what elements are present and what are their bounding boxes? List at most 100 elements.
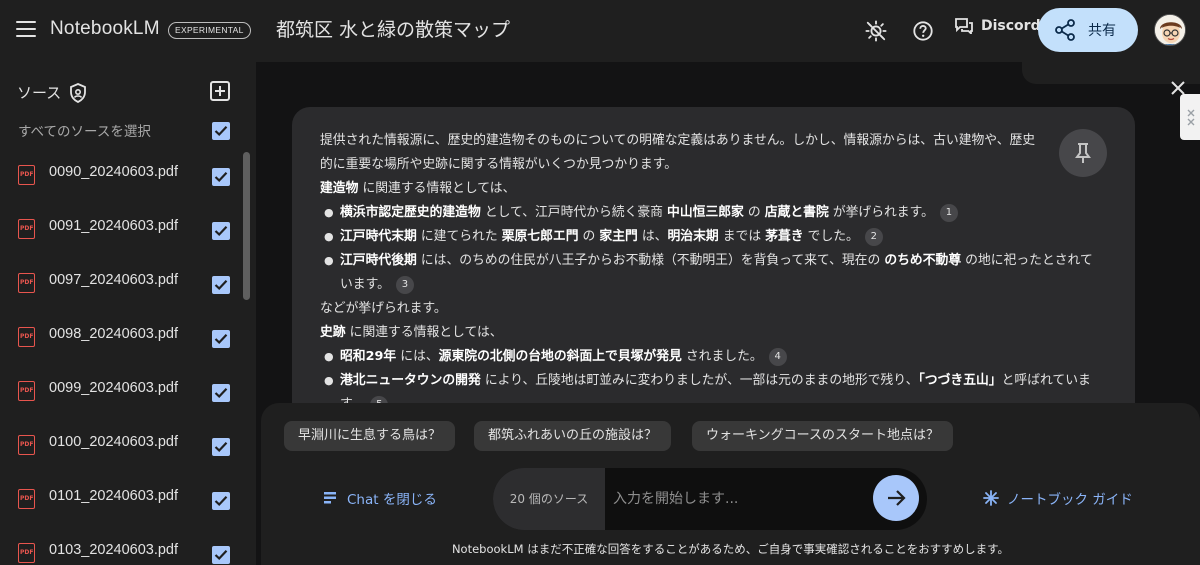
discord-label: Discord (981, 18, 1041, 34)
arrow-right-icon (888, 490, 906, 506)
source-item[interactable]: PDF 0097_20240603.pdf (0, 265, 240, 305)
suggestion-chip[interactable]: ウォーキングコースのスタート地点は？ (692, 421, 953, 451)
pdf-icon: PDF (18, 381, 35, 401)
bullet-text: 昭和29年 (340, 349, 397, 364)
notebook-guide-button[interactable]: ノートブック ガイド (983, 488, 1133, 508)
answer-bullet: 江戸時代後期 には、のちめの住民が八王子からお不動様（不動明王）を背負って来て、… (320, 249, 1100, 297)
source-item[interactable]: PDF 0098_20240603.pdf (0, 319, 240, 359)
close-chat-button[interactable]: Chat を閉じる (323, 488, 437, 508)
check-icon (214, 388, 228, 399)
composer-panel: 早淵川に生息する鳥は？ 都筑ふれあいの丘の施設は？ ウォーキングコースのスタート… (261, 403, 1200, 565)
source-checkbox[interactable] (212, 546, 230, 564)
check-icon (214, 442, 228, 453)
source-item[interactable]: PDF 0103_20240603.pdf (0, 535, 240, 565)
close-chat-label: Chat を閉じる (347, 492, 437, 508)
sites-heading-bold: 史跡 (320, 325, 346, 340)
sites-heading-rest: に関連する情報としては、 (345, 325, 503, 340)
bullet-text: 横浜市認定歴史的建造物 (340, 205, 481, 220)
buildings-heading: 建造物 に関連する情報としては、 (320, 177, 1107, 201)
check-icon (214, 126, 228, 137)
send-button[interactable] (873, 475, 919, 521)
select-all-checkbox[interactable] (212, 122, 230, 140)
sidebar: NotebookLM EXPERIMENTAL ソース すべてのソースを選択 P… (0, 0, 256, 565)
bullet-text: 店蔵と書院 (764, 205, 829, 220)
bullet-text: 「つづき五山」 (918, 373, 1002, 388)
source-count-button[interactable]: 20 個のソース (493, 468, 605, 530)
sources-title: ソース (17, 84, 62, 102)
suggestion-chip[interactable]: 都筑ふれあいの丘の施設は？ (474, 421, 672, 451)
pin-button[interactable] (1059, 129, 1107, 177)
source-checkbox[interactable] (212, 492, 230, 510)
source-checkbox[interactable] (212, 438, 230, 456)
citation-badge[interactable]: 4 (768, 347, 787, 366)
pdf-icon: PDF (18, 327, 35, 347)
discord-button[interactable]: Discord (955, 18, 1041, 34)
source-checkbox[interactable] (212, 384, 230, 402)
citation-badge[interactable]: 3 (395, 275, 414, 294)
shield-icon[interactable] (69, 82, 87, 103)
source-item[interactable]: PDF 0099_20240603.pdf (0, 373, 240, 413)
citation-badge[interactable]: 1 (939, 203, 958, 222)
bullet-text: 家主門 (599, 229, 638, 244)
source-checkbox[interactable] (212, 276, 230, 294)
share-icon (1055, 19, 1075, 41)
bullet-text: 港北ニュータウンの開発 (340, 373, 481, 388)
source-name: 0103_20240603.pdf (49, 542, 179, 558)
buildings-heading-rest: に関連する情報としては、 (358, 181, 516, 196)
help-icon[interactable] (912, 20, 934, 42)
bullet-text: 明治末期 (667, 229, 719, 244)
source-checkbox[interactable] (212, 330, 230, 348)
source-name: 0090_20240603.pdf (49, 164, 179, 180)
select-all-label: すべてのソースを選択 (18, 124, 151, 140)
app-name: NotebookLM (50, 18, 160, 39)
bullet-text: 江戸時代末期 (340, 229, 417, 244)
avatar[interactable] (1154, 14, 1186, 46)
check-icon (214, 226, 228, 237)
pdf-icon: PDF (18, 543, 35, 563)
source-checkbox[interactable] (212, 168, 230, 186)
bullet-text: 茅葺き (765, 229, 804, 244)
app-brand: NotebookLM EXPERIMENTAL (0, 0, 256, 62)
bullet-text: が挙げられます。 (828, 205, 934, 220)
notebook-title[interactable]: 都筑区 水と緑の散策マップ (276, 15, 510, 42)
suggestion-chip[interactable]: 早淵川に生息する鳥は？ (284, 421, 456, 451)
share-label: 共有 (1088, 23, 1116, 39)
citation-badge[interactable]: 2 (864, 227, 883, 246)
bullet-text: により、丘陵地は町並みに変わりましたが、一部は元のままの地形で残り、 (480, 373, 919, 388)
check-icon (214, 496, 228, 507)
select-all-row[interactable]: すべてのソースを選択 (18, 121, 238, 143)
source-name: 0097_20240603.pdf (49, 272, 179, 288)
answer-bullet: 昭和29年 には、源東院の北側の台地の斜面上で貝塚が発見 されました。 4 (320, 345, 1100, 369)
experimental-badge: EXPERIMENTAL (168, 22, 251, 39)
header: 都筑区 水と緑の散策マップ Discord 共有 (256, 0, 1200, 62)
disclaimer: NotebookLM はまだ不正確な回答をすることがあるため、ご自身で事実確認さ… (451, 542, 1010, 556)
bullet-text: のちめ不動尊 (884, 253, 962, 268)
expand-icon (1187, 109, 1195, 126)
check-icon (214, 334, 228, 345)
chat-input[interactable] (613, 484, 853, 514)
sun-icon[interactable] (865, 20, 887, 42)
sources-header: ソース (17, 82, 87, 103)
add-source-button[interactable] (210, 81, 230, 101)
bullet-text: されました。 (681, 349, 763, 364)
bullet-text: として、江戸時代から続く豪商 (480, 205, 668, 220)
side-panel-tab[interactable] (1180, 94, 1200, 140)
source-checkbox[interactable] (212, 222, 230, 240)
pdf-icon: PDF (18, 273, 35, 293)
source-item[interactable]: PDF 0090_20240603.pdf (0, 157, 240, 197)
share-button[interactable]: 共有 (1038, 8, 1138, 52)
collapse-chat-icon (324, 492, 336, 504)
chat-icon (955, 18, 973, 34)
source-item[interactable]: PDF 0101_20240603.pdf (0, 481, 240, 521)
bullet-text: には、 (396, 349, 439, 364)
sidebar-scrollbar[interactable] (243, 152, 250, 300)
source-item[interactable]: PDF 0091_20240603.pdf (0, 211, 240, 251)
source-item[interactable]: PDF 0100_20240603.pdf (0, 427, 240, 467)
check-icon (214, 280, 228, 291)
bullet-text: 栗原七郎エ門 (501, 229, 579, 244)
bullet-text: に建てられた (416, 229, 502, 244)
pdf-icon: PDF (18, 219, 35, 239)
bullet-text: には、のちめの住民が八王子からお不動様（不動明王）を背負って来て、現在の (416, 253, 885, 268)
menu-icon[interactable] (16, 21, 36, 37)
user-face-icon (1155, 15, 1185, 45)
